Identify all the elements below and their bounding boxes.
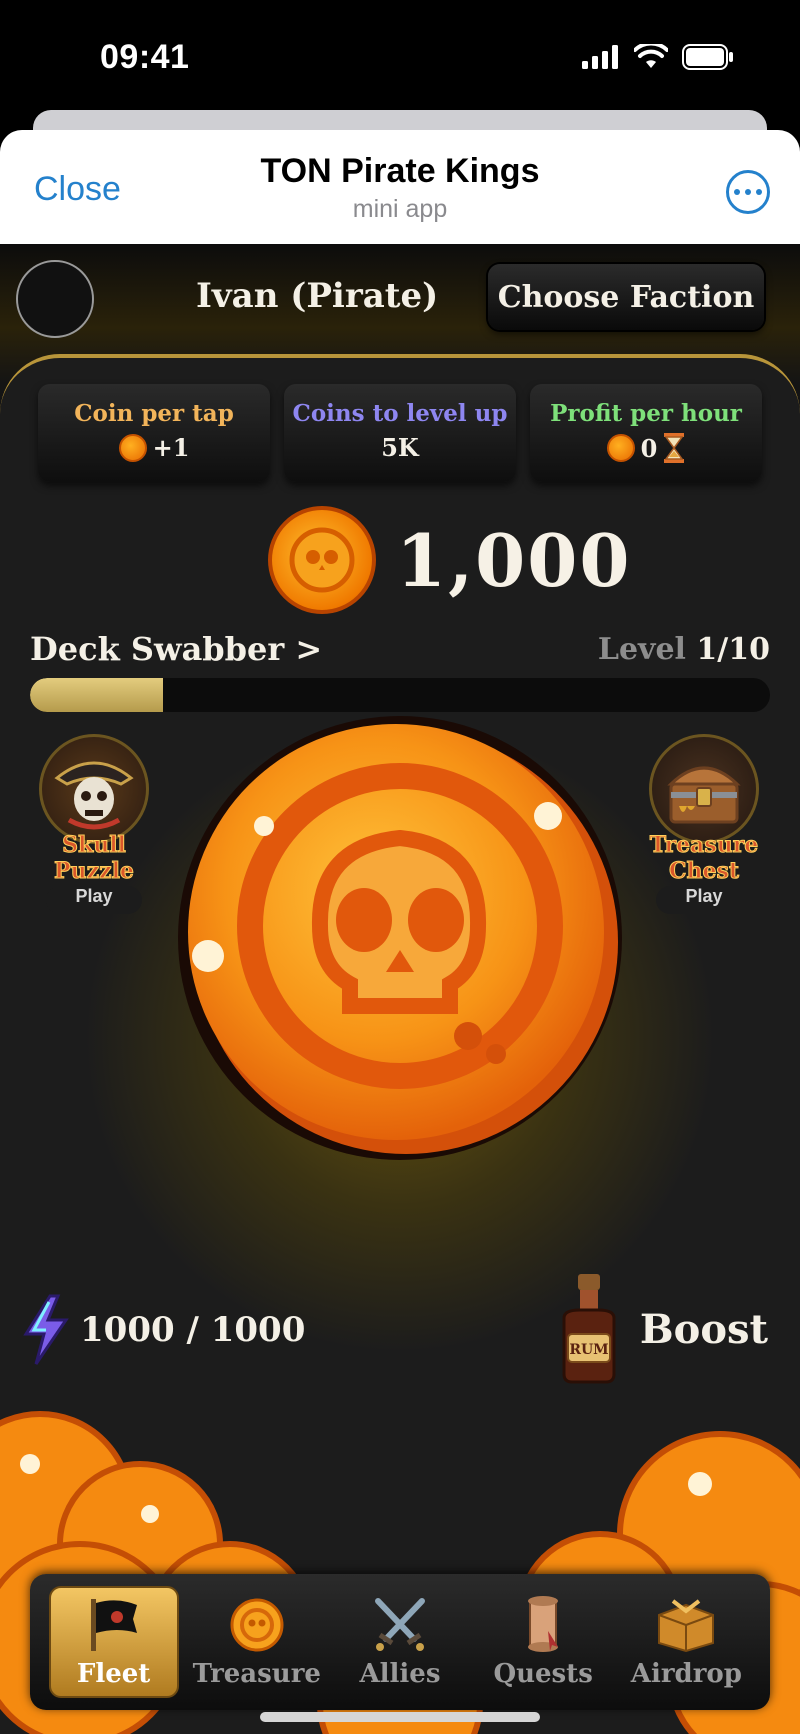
more-dot-icon bbox=[745, 189, 751, 195]
choose-faction-button[interactable]: Choose Faction bbox=[488, 264, 764, 330]
stat-label: Profit per hour bbox=[550, 400, 742, 427]
crossed-swords-icon bbox=[370, 1595, 430, 1655]
boost-label: Boost bbox=[639, 1305, 768, 1353]
level-value: 1/10 bbox=[696, 632, 770, 667]
stat-coin-per-tap: Coin per tap +1 bbox=[38, 384, 270, 482]
rum-bottle-icon: RUM bbox=[562, 1274, 616, 1384]
level-progress-fill bbox=[30, 678, 164, 712]
flag-icon bbox=[87, 1595, 141, 1655]
skull-puzzle-game[interactable]: Skull Puzzle Play bbox=[24, 734, 164, 914]
level-label: Level bbox=[597, 632, 686, 667]
more-options-button[interactable] bbox=[726, 170, 770, 214]
rum-label: RUM bbox=[569, 1342, 608, 1358]
player-name: Ivan (Pirate) bbox=[196, 276, 439, 316]
status-time: 09:41 bbox=[100, 38, 190, 76]
avatar[interactable] bbox=[16, 260, 94, 338]
balance-display: 1,000 bbox=[268, 506, 631, 614]
stat-value: +1 bbox=[152, 433, 190, 462]
skull-coin-icon bbox=[268, 506, 376, 614]
nav-quests[interactable]: Quests bbox=[478, 1586, 608, 1698]
pirate-skull-icon bbox=[39, 734, 149, 844]
level-indicator: Level 1/10 bbox=[598, 632, 770, 667]
play-button[interactable]: Play bbox=[46, 886, 142, 914]
stat-profit-per-hour: Profit per hour 0 bbox=[530, 384, 762, 482]
nav-label: Airdrop bbox=[630, 1659, 742, 1689]
coin-icon bbox=[229, 1595, 285, 1655]
home-indicator bbox=[260, 1712, 540, 1722]
hourglass-icon bbox=[664, 433, 685, 463]
box-icon bbox=[653, 1595, 719, 1655]
stat-value-row: 0 bbox=[530, 433, 762, 463]
boost-button[interactable]: RUM Boost bbox=[554, 1274, 768, 1384]
signal-icon bbox=[582, 45, 618, 69]
battery-icon bbox=[682, 44, 733, 70]
stat-value-row: 5K bbox=[284, 433, 516, 462]
bottom-navigation: Fleet Treasure Allies Quests Airdrop bbox=[30, 1574, 770, 1710]
lightning-icon bbox=[23, 1294, 69, 1365]
energy-indicator: 1000 / 1000 bbox=[22, 1294, 305, 1366]
game-area: Ivan (Pirate) Choose Faction Coin per ta… bbox=[0, 244, 800, 1734]
stat-value: 5K bbox=[381, 433, 419, 462]
rank-link[interactable]: Deck Swabber > bbox=[30, 630, 322, 668]
stat-value: 0 bbox=[640, 433, 658, 463]
stat-label: Coins to level up bbox=[292, 400, 508, 427]
nav-fleet[interactable]: Fleet bbox=[48, 1586, 179, 1698]
status-bar: 09:41 bbox=[0, 0, 800, 150]
app-subtitle: mini app bbox=[352, 195, 448, 223]
status-icons bbox=[582, 44, 734, 70]
treasure-chest-icon bbox=[649, 734, 759, 844]
coin-icon bbox=[606, 434, 635, 462]
side-game-title: Skull Puzzle bbox=[54, 832, 135, 885]
side-game-title: Treasure Chest bbox=[649, 832, 759, 885]
nav-allies[interactable]: Allies bbox=[335, 1586, 465, 1698]
more-dot-icon bbox=[734, 189, 740, 195]
stat-label: Coin per tap bbox=[74, 400, 234, 427]
app-title: TON Pirate Kings bbox=[260, 152, 540, 190]
energy-value: 1000 / 1000 bbox=[80, 1310, 306, 1350]
nav-treasure[interactable]: Treasure bbox=[192, 1586, 322, 1698]
nav-label: Quests bbox=[493, 1659, 593, 1689]
coin-balance: 1,000 bbox=[396, 517, 632, 603]
nav-label: Fleet bbox=[76, 1659, 151, 1689]
nav-label: Allies bbox=[359, 1659, 441, 1689]
nav-label: Treasure bbox=[192, 1659, 321, 1689]
scroll-icon bbox=[518, 1595, 568, 1655]
nav-airdrop[interactable]: Airdrop bbox=[621, 1586, 751, 1698]
stat-value-row: +1 bbox=[38, 433, 270, 462]
wifi-icon bbox=[634, 44, 668, 68]
stat-coins-to-level-up: Coins to level up 5K bbox=[284, 384, 516, 482]
treasure-chest-game[interactable]: Treasure Chest Play bbox=[634, 734, 774, 914]
coin-icon bbox=[118, 433, 147, 462]
play-button[interactable]: Play bbox=[656, 886, 752, 914]
tap-coin-button[interactable] bbox=[168, 706, 632, 1170]
mini-app-header: Close TON Pirate Kings mini app bbox=[0, 130, 800, 244]
more-dot-icon bbox=[756, 189, 762, 195]
